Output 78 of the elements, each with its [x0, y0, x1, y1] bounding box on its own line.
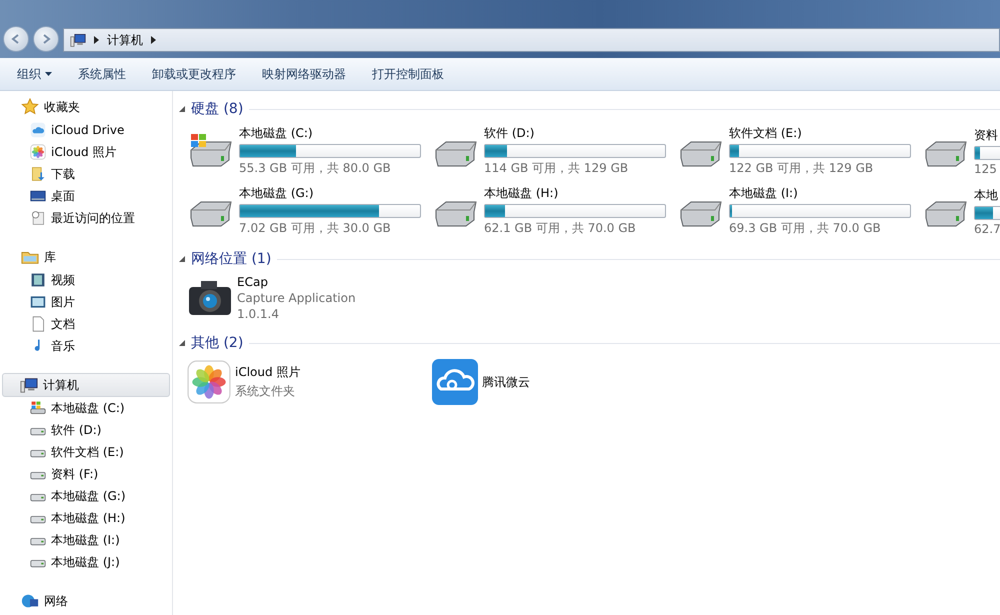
sidebar-item[interactable]: 软件文档 (E:): [51, 444, 124, 460]
sidebar-item[interactable]: 资料 (F:): [51, 466, 98, 482]
sidebar-item[interactable]: 图片: [51, 294, 75, 310]
sidebar-item[interactable]: 文档: [51, 316, 75, 332]
item-name[interactable]: 腾讯微云: [482, 374, 677, 390]
sidebar-item[interactable]: 音乐: [51, 338, 75, 354]
drive-name[interactable]: 资料: [974, 126, 1000, 144]
sidebar-group-label: 收藏夹: [44, 98, 80, 116]
cloud-icon: [30, 122, 46, 138]
item-detail: 系统文件夹: [235, 383, 296, 400]
item-name[interactable]: ECap: [237, 275, 432, 289]
collapse-triangle-icon[interactable]: [179, 340, 185, 346]
drive-space: 62.1 GB 可用，共 70.0 GB: [484, 220, 637, 237]
section-title: 网络位置 (1): [191, 250, 272, 268]
sidebar-item[interactable]: 本地磁盘 (I:): [51, 532, 120, 548]
sidebar-item[interactable]: iCloud 照片: [51, 144, 116, 160]
drive-space: 55.3 GB 可用，共 80.0 GB: [239, 160, 392, 177]
drive-name[interactable]: 本地: [974, 186, 1000, 204]
toolbar-button[interactable]: 打开控制面板: [363, 62, 453, 86]
drive-name[interactable]: 软件 (D:): [484, 125, 677, 142]
drive-name[interactable]: 本地磁盘 (H:): [484, 185, 677, 202]
photos-icon: [187, 360, 231, 404]
drive-name[interactable]: 本地磁盘 (I:): [729, 185, 922, 202]
toolbar-button[interactable]: 卸载或更改程序: [143, 62, 245, 86]
sidebar-item[interactable]: 下载: [51, 166, 75, 182]
sidebar-item[interactable]: 软件 (D:): [51, 422, 102, 438]
drive-space: 62.7: [974, 222, 1000, 236]
drive-name[interactable]: 本地磁盘 (G:): [239, 185, 432, 202]
sidebar-item[interactable]: iCloud Drive: [51, 123, 124, 137]
star-icon: [21, 98, 39, 116]
toolbar-button[interactable]: 组织: [8, 62, 61, 86]
drive-space: 69.3 GB 可用，共 70.0 GB: [729, 220, 882, 237]
sidebar-item[interactable]: 本地磁盘 (G:): [51, 488, 126, 504]
system-drive-icon: [30, 400, 46, 416]
drive-space: 7.02 GB 可用，共 30.0 GB: [239, 220, 392, 237]
sidebar-group[interactable]: 网络: [2, 589, 170, 613]
sidebar-item[interactable]: 桌面: [51, 188, 75, 204]
section-title: 其他 (2): [191, 334, 244, 352]
breadcrumb[interactable]: 计算机: [107, 32, 143, 48]
sidebar-item[interactable]: 本地磁盘 (C:): [51, 400, 125, 416]
section-title: 硬盘 (8): [191, 100, 244, 118]
drive-space: 122 GB 可用，共 129 GB: [729, 160, 874, 177]
desktop-icon: [30, 188, 46, 204]
chevron-icon: [151, 36, 156, 44]
computer-icon: [20, 376, 38, 394]
toolbar-button[interactable]: 映射网络驱动器: [253, 62, 355, 86]
sidebar-group-label: 网络: [44, 592, 68, 610]
picture-icon: [30, 294, 46, 310]
sidebar-item[interactable]: 最近访问的位置: [51, 210, 135, 226]
item-name[interactable]: iCloud 照片: [235, 364, 432, 381]
download-folder-icon: [30, 166, 46, 182]
photos-icon: [30, 144, 46, 160]
sidebar-group-label: 库: [44, 248, 56, 266]
toolbar-button[interactable]: 系统属性: [69, 62, 135, 86]
drive-name[interactable]: 软件文档 (E:): [729, 125, 922, 142]
network-icon: [21, 592, 39, 610]
sidebar-item[interactable]: 视频: [51, 272, 75, 288]
computer-icon: [70, 32, 86, 48]
sidebar-group[interactable]: 收藏夹: [2, 95, 170, 119]
item-detail: Capture Application: [237, 291, 357, 305]
collapse-triangle-icon[interactable]: [179, 106, 185, 112]
address-bar[interactable]: 计算机: [63, 28, 1000, 52]
back-button[interactable]: [3, 26, 29, 52]
drive-name[interactable]: 本地磁盘 (C:): [239, 125, 432, 142]
document-icon: [30, 316, 46, 332]
item-detail: 1.0.1.4: [237, 307, 280, 321]
collapse-triangle-icon[interactable]: [179, 256, 185, 262]
drive-space: 114 GB 可用，共 129 GB: [484, 160, 630, 177]
camera-icon: [187, 279, 233, 317]
chevron-icon: [94, 36, 99, 44]
sidebar-group-label: 计算机: [43, 376, 79, 394]
forward-button[interactable]: [33, 26, 59, 52]
sidebar-item[interactable]: 本地磁盘 (J:): [51, 554, 120, 570]
drive-space: 125: [974, 162, 998, 176]
sidebar-group[interactable]: 计算机: [2, 373, 170, 397]
cloud-app-icon: [432, 359, 478, 405]
sidebar-group[interactable]: 库: [2, 245, 170, 269]
sidebar-item[interactable]: 本地磁盘 (H:): [51, 510, 126, 526]
